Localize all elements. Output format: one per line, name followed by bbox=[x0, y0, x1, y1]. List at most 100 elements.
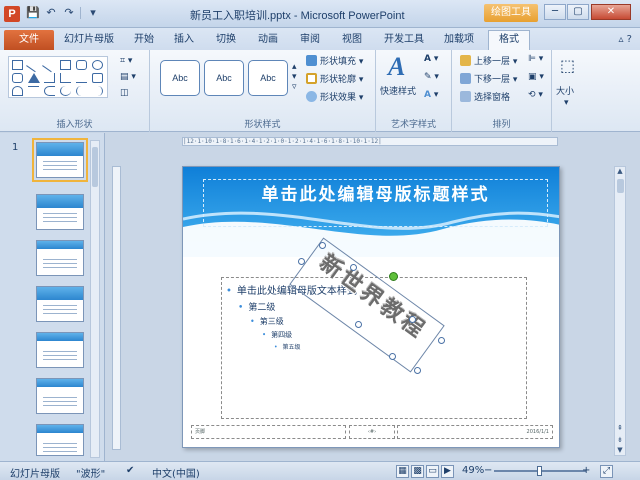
tab-home[interactable]: 开始 bbox=[134, 32, 154, 48]
left-brace-icon[interactable] bbox=[76, 86, 87, 96]
powerpoint-icon[interactable]: P bbox=[4, 6, 20, 22]
tab-developer[interactable]: 开发工具 bbox=[384, 32, 424, 48]
editor-vertical-scrollbar[interactable]: ▲ ⇞ ⇟ ▼ bbox=[614, 166, 626, 456]
scrollbar-thumb[interactable] bbox=[92, 147, 98, 187]
resize-handle[interactable] bbox=[414, 367, 421, 374]
elbow-connector-icon[interactable] bbox=[44, 73, 55, 83]
shape-fill-button[interactable]: 形状填充 ▾ bbox=[306, 54, 363, 67]
zoom-slider-knob[interactable] bbox=[537, 466, 542, 476]
scribble-shape-icon[interactable] bbox=[60, 86, 71, 96]
tab-slide-master[interactable]: 幻灯片母版 bbox=[64, 32, 114, 48]
close-button[interactable]: ✕ bbox=[591, 4, 631, 20]
scrollbar-thumb[interactable] bbox=[617, 179, 624, 193]
resize-handle[interactable] bbox=[409, 316, 416, 323]
resize-handle[interactable] bbox=[319, 242, 326, 249]
slide-thumbnail[interactable] bbox=[36, 194, 84, 230]
oval-shape-icon[interactable] bbox=[92, 60, 103, 70]
bring-forward-button[interactable]: 上移一层 ▾ bbox=[460, 54, 517, 67]
resize-handle[interactable] bbox=[389, 353, 396, 360]
tab-insert[interactable]: 插入 bbox=[174, 32, 194, 48]
slide-number-placeholder[interactable]: ‹#› bbox=[349, 425, 395, 439]
selection-pane-button[interactable]: 选择窗格 bbox=[460, 90, 510, 103]
slides-pane-scrollbar[interactable] bbox=[90, 140, 100, 458]
zoom-level[interactable]: 49% bbox=[462, 465, 484, 476]
right-brace-icon[interactable] bbox=[92, 86, 103, 96]
tab-transitions[interactable]: 切换 bbox=[216, 32, 236, 48]
connector-icon[interactable] bbox=[60, 73, 71, 83]
rounded-rectangle-shape-icon[interactable] bbox=[76, 60, 87, 70]
redo-icon[interactable]: ↷ bbox=[62, 6, 76, 20]
next-slide-icon[interactable]: ⇟ bbox=[615, 435, 625, 445]
tab-addins[interactable]: 加载项 bbox=[444, 32, 474, 48]
title-placeholder[interactable]: 单击此处编辑母版标题样式 bbox=[203, 179, 548, 227]
style-sample-2[interactable]: Abc bbox=[204, 60, 244, 96]
zoom-out-button[interactable]: − bbox=[484, 465, 492, 476]
shapes-gallery[interactable] bbox=[8, 56, 108, 98]
merge-shapes-icon[interactable]: ◫ bbox=[120, 88, 129, 98]
slide-thumbnail[interactable] bbox=[36, 286, 84, 322]
slide-thumbnail[interactable] bbox=[32, 138, 88, 182]
fit-slide-icon[interactable]: ⤢ bbox=[600, 465, 613, 478]
rounded-rect-shape-icon[interactable] bbox=[12, 73, 23, 83]
tab-animations[interactable]: 动画 bbox=[258, 32, 278, 48]
tab-review[interactable]: 审阅 bbox=[300, 32, 320, 48]
zoom-in-button[interactable]: + bbox=[582, 465, 590, 476]
text-outline-icon[interactable]: ✎ ▾ bbox=[424, 72, 439, 82]
rotate-icon[interactable]: ⟲ ▾ bbox=[528, 90, 543, 100]
text-fill-icon[interactable]: A ▾ bbox=[424, 54, 438, 64]
reading-view-icon[interactable]: ▭ bbox=[426, 465, 439, 478]
arc-shape-icon[interactable] bbox=[12, 86, 23, 96]
freeform-shape-icon[interactable] bbox=[28, 86, 39, 96]
shape-effects-button[interactable]: 形状效果 ▾ bbox=[306, 90, 363, 103]
align-icon[interactable]: ⊫ ▾ bbox=[528, 54, 543, 64]
slide-thumbnail[interactable] bbox=[36, 332, 84, 368]
scroll-up-arrow-icon[interactable]: ▲ bbox=[615, 166, 625, 176]
undo-icon[interactable]: ↶ bbox=[44, 6, 58, 20]
arrow-shape-icon[interactable] bbox=[42, 57, 57, 73]
maximize-button[interactable]: ▢ bbox=[567, 4, 589, 20]
rotation-handle[interactable] bbox=[389, 272, 398, 281]
previous-slide-icon[interactable]: ⇞ bbox=[615, 423, 625, 433]
size-icon[interactable]: ⬚ bbox=[560, 56, 575, 75]
save-icon[interactable]: 💾 bbox=[26, 6, 40, 20]
size-button[interactable]: 大小 bbox=[556, 84, 574, 97]
resize-handle[interactable] bbox=[438, 337, 445, 344]
size-dropdown-icon[interactable]: ▾ bbox=[564, 98, 569, 108]
curve-connector-icon[interactable] bbox=[76, 73, 87, 83]
send-backward-button[interactable]: 下移一层 ▾ bbox=[460, 72, 517, 85]
tab-view[interactable]: 视图 bbox=[342, 32, 362, 48]
slideshow-icon[interactable]: ▶ bbox=[441, 465, 454, 478]
textbox-shape-icon[interactable] bbox=[12, 60, 23, 70]
tab-file[interactable]: 文件 bbox=[4, 30, 54, 50]
curve-shape-icon[interactable] bbox=[44, 86, 55, 96]
textbox-icon[interactable]: ▤ ▾ bbox=[120, 72, 136, 82]
text-effects-icon[interactable]: A ▾ bbox=[424, 90, 438, 100]
slide-thumbnail[interactable] bbox=[36, 424, 84, 456]
date-placeholder[interactable]: 2016/1/1 bbox=[397, 425, 553, 439]
customize-quick-access-icon[interactable]: ▾ bbox=[86, 6, 100, 20]
resize-handle[interactable] bbox=[350, 264, 357, 271]
shape-outline-button[interactable]: 形状轮廓 ▾ bbox=[306, 72, 363, 85]
quick-styles-icon[interactable]: A bbox=[388, 52, 405, 82]
language-label[interactable]: 中文(中国) bbox=[152, 465, 200, 480]
resize-handle[interactable] bbox=[355, 321, 362, 328]
footer-placeholder[interactable]: 页脚 bbox=[191, 425, 346, 439]
triangle-shape-icon[interactable] bbox=[28, 73, 40, 83]
spelling-check-icon[interactable]: ✔ bbox=[126, 465, 134, 476]
slide-thumbnail[interactable] bbox=[36, 378, 84, 414]
resize-handle[interactable] bbox=[298, 258, 305, 265]
tab-format[interactable]: 格式 bbox=[488, 30, 530, 50]
slide-sorter-icon[interactable]: ▩ bbox=[411, 465, 424, 478]
help-icon[interactable]: ▵ ? bbox=[618, 34, 632, 45]
quick-styles-button[interactable]: 快速样式 bbox=[380, 84, 416, 97]
scroll-down-arrow-icon[interactable]: ▼ bbox=[615, 445, 625, 455]
minimize-button[interactable]: ─ bbox=[544, 4, 566, 20]
edit-shape-icon[interactable]: ⌗ ▾ bbox=[120, 56, 132, 66]
rectangle-shape-icon[interactable] bbox=[60, 60, 71, 70]
style-sample-3[interactable]: Abc bbox=[248, 60, 288, 96]
slide-thumbnail[interactable] bbox=[36, 240, 84, 276]
style-sample-1[interactable]: Abc bbox=[160, 60, 200, 96]
line-shape-icon[interactable] bbox=[26, 57, 41, 73]
normal-view-icon[interactable]: ▦ bbox=[396, 465, 409, 478]
more-shapes-icon[interactable] bbox=[92, 73, 103, 83]
